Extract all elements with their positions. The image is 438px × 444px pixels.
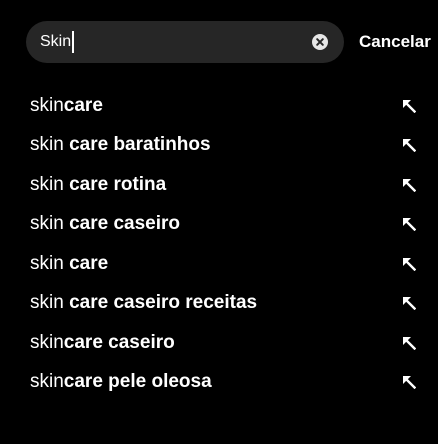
suggestion-list: skincare skin care baratinhos skin care ro… bbox=[0, 86, 438, 402]
search-screen: Skin Cancelar skincare skin care baratinh… bbox=[0, 0, 438, 444]
suggestion-completion-part: care caseiro bbox=[63, 213, 180, 235]
suggestion-item[interactable]: skin care caseiro receitas bbox=[0, 284, 438, 324]
suggestion-label: skincare bbox=[30, 95, 103, 117]
suggestion-label: skin care caseiro receitas bbox=[30, 292, 257, 314]
text-cursor bbox=[72, 31, 75, 53]
search-bar: Skin Cancelar bbox=[0, 0, 438, 86]
suggestion-typed-part: skin bbox=[30, 173, 64, 195]
suggestion-completion-part: care caseiro bbox=[63, 331, 175, 353]
arrow-up-left-icon[interactable] bbox=[402, 296, 416, 311]
arrow-up-left-icon[interactable] bbox=[402, 336, 416, 350]
suggestion-label: skin care bbox=[30, 253, 108, 275]
suggestion-completion-part: care pele oleosa bbox=[63, 371, 212, 393]
suggestion-typed-part: skin bbox=[30, 331, 64, 353]
suggestion-completion-part: care caseiro receitas bbox=[63, 292, 258, 314]
suggestion-completion-part: care bbox=[63, 252, 109, 274]
search-query: Skin bbox=[40, 21, 75, 63]
arrow-up-left-icon[interactable] bbox=[402, 138, 416, 153]
suggestion-item[interactable]: skincare caseiro bbox=[0, 323, 438, 363]
clear-circle-x-icon[interactable] bbox=[312, 34, 328, 50]
suggestion-completion-part: care rotina bbox=[63, 173, 167, 195]
suggestion-item[interactable]: skin care caseiro bbox=[0, 205, 438, 245]
suggestion-item[interactable]: skincare pele oleosa bbox=[0, 363, 438, 403]
suggestion-typed-part: skin bbox=[30, 292, 64, 314]
suggestion-label: skin care baratinhos bbox=[30, 134, 211, 156]
suggestion-typed-part: skin bbox=[30, 371, 64, 393]
suggestion-typed-part: skin bbox=[30, 213, 64, 235]
suggestion-completion-part: care bbox=[63, 94, 103, 116]
suggestion-typed-part: skin bbox=[30, 252, 64, 274]
suggestion-item[interactable]: skin care bbox=[0, 244, 438, 284]
search-input[interactable]: Skin bbox=[26, 21, 344, 63]
suggestion-typed-part: skin bbox=[30, 134, 64, 156]
suggestion-typed-part: skin bbox=[30, 94, 64, 116]
cancel-button[interactable]: Cancelar bbox=[359, 21, 431, 63]
arrow-up-left-icon[interactable] bbox=[402, 99, 416, 113]
suggestion-completion-part: care baratinhos bbox=[63, 134, 211, 156]
suggestion-item[interactable]: skin care rotina bbox=[0, 165, 438, 205]
suggestion-item[interactable]: skin care baratinhos bbox=[0, 126, 438, 166]
suggestion-label: skincare pele oleosa bbox=[30, 371, 212, 393]
suggestion-label: skin care caseiro bbox=[30, 213, 180, 235]
arrow-up-left-icon[interactable] bbox=[402, 178, 416, 192]
suggestion-item[interactable]: skincare bbox=[0, 86, 438, 126]
search-query-text: Skin bbox=[40, 33, 72, 50]
suggestion-label: skin care rotina bbox=[30, 174, 166, 196]
arrow-up-left-icon[interactable] bbox=[402, 257, 416, 271]
arrow-up-left-icon[interactable] bbox=[402, 217, 416, 232]
suggestion-label: skincare caseiro bbox=[30, 332, 175, 354]
arrow-up-left-icon[interactable] bbox=[402, 375, 416, 390]
